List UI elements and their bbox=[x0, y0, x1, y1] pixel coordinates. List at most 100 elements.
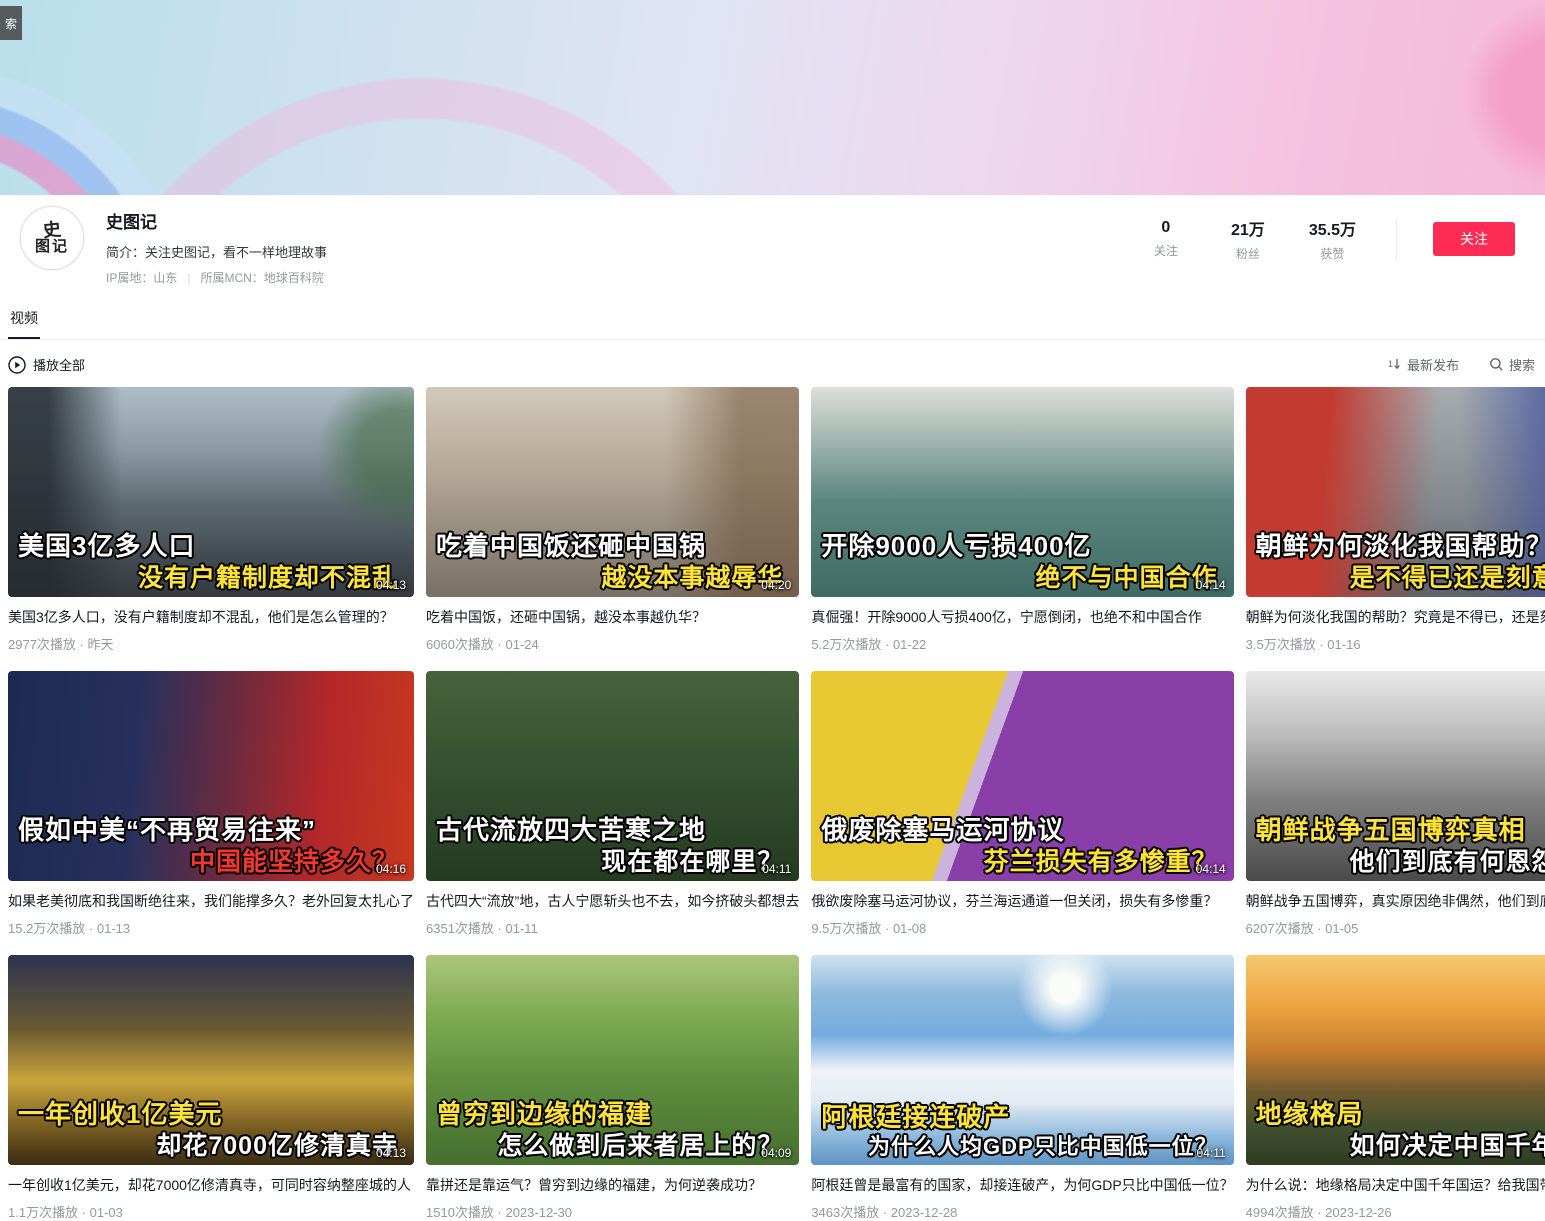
video-duration: 04:13 bbox=[376, 1146, 406, 1160]
channel-header: 史 图记 史图记 简介：关注史图记，看不一样地理故事 IP属地：山东 | 所属M… bbox=[0, 195, 1545, 294]
video-title[interactable]: 朝鲜为何淡化我国的帮助？究竟是不得已，还是刻意而为之？ bbox=[1246, 607, 1545, 627]
video-meta: 3463次播放 · 2023-12-28 bbox=[811, 1202, 1233, 1221]
thumbnail-overlay-line2: 如何决定中国千年国运？ bbox=[1246, 1131, 1545, 1162]
thumbnail-overlay-line1: 古代流放四大苦寒之地 bbox=[426, 815, 799, 847]
video-grid: 美国3亿多人口 没有户籍制度却不混乱 04:13 美国3亿多人口，没有户籍制度却… bbox=[0, 387, 1545, 1221]
tab-bar: 视频 bbox=[0, 298, 1545, 340]
video-card[interactable]: 朝鲜战争五国博弈真相 他们到底有何恩怨情仇？ 06:55 朝鲜战争五国博弈，真实… bbox=[1246, 671, 1545, 937]
stat-following-label: 关注 bbox=[1145, 242, 1187, 259]
video-thumbnail[interactable]: 曾穷到边缘的福建 怎么做到后来者居上的？ 04:09 bbox=[426, 955, 799, 1165]
play-all-button[interactable]: 播放全部 bbox=[8, 355, 85, 374]
video-title[interactable]: 美国3亿多人口，没有户籍制度却不混乱，他们是怎么管理的？ bbox=[8, 607, 414, 627]
video-card[interactable]: 阿根廷接连破产 为什么人均GDP只比中国低一位？ 04:11 阿根廷曾是最富有的… bbox=[811, 955, 1233, 1221]
thumbnail-overlay-line1: 朝鲜为何淡化我国帮助？ bbox=[1246, 531, 1545, 563]
thumbnail-overlay-line1: 假如中美“不再贸易往来” bbox=[8, 815, 414, 847]
video-card[interactable]: 朝鲜为何淡化我国帮助？ 是不得已还是刻意为之？ 04:14 朝鲜为何淡化我国的帮… bbox=[1246, 387, 1545, 653]
search-overlay-fragment: 索 bbox=[0, 6, 22, 40]
video-thumbnail[interactable]: 朝鲜战争五国博弈真相 他们到底有何恩怨情仇？ 06:55 bbox=[1246, 671, 1545, 881]
ip-location: IP属地：山东 bbox=[106, 269, 177, 286]
stat-followers-label: 粉丝 bbox=[1227, 245, 1269, 262]
video-meta: 6207次播放 · 01-05 bbox=[1246, 918, 1545, 937]
stat-followers[interactable]: 21万 粉丝 bbox=[1227, 216, 1269, 262]
video-thumbnail[interactable]: 一年创收1亿美元 却花7000亿修清真寺 04:13 bbox=[8, 955, 414, 1165]
avatar[interactable]: 史 图记 bbox=[20, 206, 84, 270]
video-duration: 04:09 bbox=[761, 1146, 791, 1160]
video-title[interactable]: 古代四大“流放”地，古人宁愿斩头也不去，如今挤破头都想去 bbox=[426, 891, 799, 911]
video-toolbar: 播放全部 1 最新发布 搜索 bbox=[0, 340, 1545, 387]
channel-stats: 0 关注 21万 粉丝 35.5万 获赞 bbox=[1145, 216, 1356, 262]
video-card[interactable]: 地缘格局 如何决定中国千年国运？ 06:59 为什么说：地缘格局决定中国千年国运… bbox=[1246, 955, 1545, 1221]
video-thumbnail[interactable]: 地缘格局 如何决定中国千年国运？ 06:59 bbox=[1246, 955, 1545, 1165]
thumbnail-overlay-line2: 芬兰损失有多惨重？ bbox=[811, 847, 1233, 878]
video-title[interactable]: 为什么说：地缘格局决定中国千年国运？给我国带来怎样的影响？ bbox=[1246, 1175, 1545, 1195]
channel-name: 史图记 bbox=[106, 208, 1145, 233]
video-card[interactable]: 俄废除塞马运河协议 芬兰损失有多惨重？ 04:14 俄欲废除塞马运河协议，芬兰海… bbox=[811, 671, 1233, 937]
video-title[interactable]: 如果老美彻底和我国断绝往来，我们能撑多久？老外回复太扎心了 bbox=[8, 891, 414, 911]
follow-button[interactable]: 关注 bbox=[1433, 222, 1515, 256]
thumbnail-overlay-line2: 怎么做到后来者居上的？ bbox=[426, 1131, 799, 1162]
search-label: 搜索 bbox=[1509, 355, 1535, 374]
video-thumbnail[interactable]: 古代流放四大苦寒之地 现在都在哪里？ 04:11 bbox=[426, 671, 799, 881]
thumbnail-overlay-line2: 为什么人均GDP只比中国低一位？ bbox=[811, 1134, 1233, 1161]
video-thumbnail[interactable]: 开除9000人亏损400亿 绝不与中国合作 04:14 bbox=[811, 387, 1233, 597]
video-title[interactable]: 阿根廷曾是最富有的国家，却接连破产，为何GDP只比中国低一位？ bbox=[811, 1175, 1233, 1195]
stat-following[interactable]: 0 关注 bbox=[1145, 219, 1187, 259]
play-circle-icon bbox=[8, 356, 26, 374]
video-card[interactable]: 一年创收1亿美元 却花7000亿修清真寺 04:13 一年创收1亿美元，却花70… bbox=[8, 955, 414, 1221]
thumbnail-overlay-line1: 朝鲜战争五国博弈真相 bbox=[1246, 815, 1545, 847]
thumbnail-overlay-line2: 中国能坚持多久？ bbox=[8, 847, 414, 878]
sort-icon: 1 bbox=[1387, 357, 1402, 372]
video-meta: 6060次播放 · 01-24 bbox=[426, 634, 799, 653]
svg-text:1: 1 bbox=[1388, 359, 1393, 369]
video-title[interactable]: 真倔强！开除9000人亏损400亿，宁愿倒闭，也绝不和中国合作 bbox=[811, 607, 1233, 627]
video-title[interactable]: 朝鲜战争五国博弈，真实原因绝非偶然，他们到底有何恩怨情仇？ bbox=[1246, 891, 1545, 911]
thumbnail-overlay-line1: 曾穷到边缘的福建 bbox=[426, 1099, 799, 1131]
stats-divider bbox=[1396, 219, 1397, 259]
sort-button[interactable]: 1 最新发布 bbox=[1387, 355, 1459, 374]
video-card[interactable]: 吃着中国饭还砸中国锅 越没本事越辱华 04:20 吃着中国饭，还砸中国锅，越没本… bbox=[426, 387, 799, 653]
video-duration: 04:14 bbox=[1196, 862, 1226, 876]
video-title[interactable]: 靠拼还是靠运气？曾穷到边缘的福建，为何逆袭成功？ bbox=[426, 1175, 799, 1195]
video-duration: 04:16 bbox=[376, 862, 406, 876]
video-meta: 1.1万次播放 · 01-03 bbox=[8, 1202, 414, 1221]
video-duration: 04:11 bbox=[1197, 1146, 1226, 1160]
video-card[interactable]: 开除9000人亏损400亿 绝不与中国合作 04:14 真倔强！开除9000人亏… bbox=[811, 387, 1233, 653]
video-card[interactable]: 假如中美“不再贸易往来” 中国能坚持多久？ 04:16 如果老美彻底和我国断绝往… bbox=[8, 671, 414, 937]
video-title[interactable]: 吃着中国饭，还砸中国锅，越没本事越仇华？ bbox=[426, 607, 799, 627]
stat-likes-label: 获赞 bbox=[1309, 245, 1356, 262]
ip-divider: | bbox=[187, 271, 190, 285]
video-thumbnail[interactable]: 假如中美“不再贸易往来” 中国能坚持多久？ 04:16 bbox=[8, 671, 414, 881]
video-meta: 4994次播放 · 2023-12-26 bbox=[1246, 1202, 1545, 1221]
stat-likes[interactable]: 35.5万 获赞 bbox=[1309, 216, 1356, 262]
video-title[interactable]: 一年创收1亿美元，却花7000亿修清真寺，可同时容纳整座城的人 bbox=[8, 1175, 414, 1195]
video-thumbnail[interactable]: 阿根廷接连破产 为什么人均GDP只比中国低一位？ 04:11 bbox=[811, 955, 1233, 1165]
video-title[interactable]: 俄欲废除塞马运河协议，芬兰海运通道一但关闭，损失有多惨重？ bbox=[811, 891, 1233, 911]
video-meta: 1510次播放 · 2023-12-30 bbox=[426, 1202, 799, 1221]
video-thumbnail[interactable]: 俄废除塞马运河协议 芬兰损失有多惨重？ 04:14 bbox=[811, 671, 1233, 881]
stat-followers-value: 21万 bbox=[1227, 216, 1269, 240]
thumbnail-overlay-line1: 一年创收1亿美元 bbox=[8, 1099, 414, 1131]
thumbnail-overlay-line2: 是不得已还是刻意为之？ bbox=[1246, 563, 1545, 594]
video-meta: 2977次播放 · 昨天 bbox=[8, 634, 414, 653]
video-duration: 04:13 bbox=[376, 578, 406, 592]
thumbnail-overlay-line2: 绝不与中国合作 bbox=[811, 563, 1233, 594]
stat-likes-value: 35.5万 bbox=[1309, 216, 1356, 240]
thumbnail-overlay-line2: 他们到底有何恩怨情仇？ bbox=[1246, 847, 1545, 878]
stat-following-value: 0 bbox=[1145, 219, 1187, 237]
video-card[interactable]: 古代流放四大苦寒之地 现在都在哪里？ 04:11 古代四大“流放”地，古人宁愿斩… bbox=[426, 671, 799, 937]
video-card[interactable]: 美国3亿多人口 没有户籍制度却不混乱 04:13 美国3亿多人口，没有户籍制度却… bbox=[8, 387, 414, 653]
video-thumbnail[interactable]: 吃着中国饭还砸中国锅 越没本事越辱华 04:20 bbox=[426, 387, 799, 597]
channel-ip-row: IP属地：山东 | 所属MCN：地球百科院 bbox=[106, 269, 1145, 286]
mcn-label: 所属MCN：地球百科院 bbox=[200, 269, 323, 286]
video-thumbnail[interactable]: 美国3亿多人口 没有户籍制度却不混乱 04:13 bbox=[8, 387, 414, 597]
video-meta: 9.5万次播放 · 01-08 bbox=[811, 918, 1233, 937]
video-thumbnail[interactable]: 朝鲜为何淡化我国帮助？ 是不得已还是刻意为之？ 04:14 bbox=[1246, 387, 1545, 597]
video-card[interactable]: 曾穷到边缘的福建 怎么做到后来者居上的？ 04:09 靠拼还是靠运气？曾穷到边缘… bbox=[426, 955, 799, 1221]
thumbnail-overlay-line1: 阿根廷接连破产 bbox=[811, 1102, 1233, 1134]
video-duration: 04:14 bbox=[1196, 578, 1226, 592]
thumbnail-overlay-line1: 美国3亿多人口 bbox=[8, 531, 414, 563]
thumbnail-overlay-line1: 吃着中国饭还砸中国锅 bbox=[426, 531, 799, 563]
search-button[interactable]: 搜索 bbox=[1489, 355, 1535, 374]
sort-label: 最新发布 bbox=[1407, 355, 1459, 374]
tab-videos[interactable]: 视频 bbox=[8, 298, 40, 339]
